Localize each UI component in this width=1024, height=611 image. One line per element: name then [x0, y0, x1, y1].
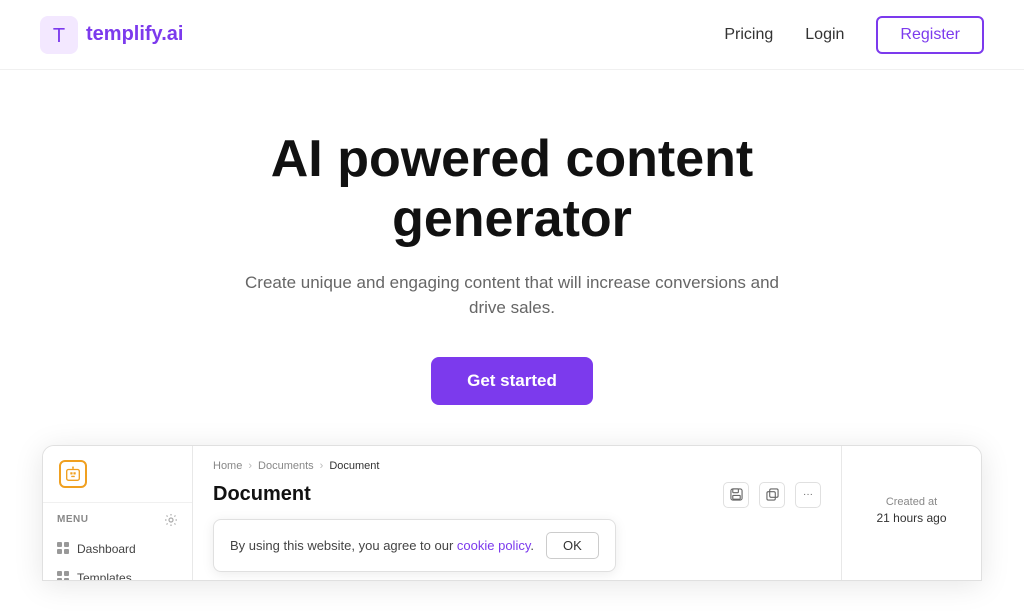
cookie-banner: By using this website, you agree to our … [213, 519, 616, 572]
dashboard-label: Dashboard [77, 542, 136, 556]
breadcrumb-home: Home [213, 460, 242, 472]
svg-text:T: T [53, 25, 65, 47]
logo-icon: T [40, 16, 78, 54]
robot-icon [59, 460, 87, 488]
breadcrumb: Home › Documents › Document [213, 460, 821, 472]
login-link[interactable]: Login [805, 26, 844, 44]
hero-subtitle: Create unique and engaging content that … [232, 270, 792, 321]
save-action-button[interactable] [723, 482, 749, 508]
cookie-text: By using this website, you agree to our … [230, 538, 534, 553]
register-button[interactable]: Register [876, 16, 984, 54]
more-action-button[interactable]: ··· [795, 482, 821, 508]
menu-label: MENU [57, 514, 88, 525]
hero-section: AI powered content generator Create uniq… [0, 70, 1024, 611]
breadcrumb-sep-2: › [320, 460, 324, 472]
breadcrumb-current: Document [329, 460, 379, 472]
sidebar-logo-area [43, 460, 192, 503]
copy-action-button[interactable] [759, 482, 785, 508]
app-preview: MENU Dashboard Templates [42, 445, 982, 581]
sidebar-menu-header: MENU [43, 513, 192, 535]
pricing-link[interactable]: Pricing [724, 26, 773, 44]
preview-main: Home › Documents › Document Document ··· [193, 446, 841, 580]
hero-title: AI powered content generator [162, 130, 862, 250]
logo[interactable]: T templify.ai [40, 16, 183, 54]
breadcrumb-sep-1: › [248, 460, 252, 472]
navbar: T templify.ai Pricing Login Register [0, 0, 1024, 70]
sidebar-item-templates[interactable]: Templates [43, 564, 192, 581]
cookie-ok-button[interactable]: OK [546, 532, 599, 559]
nav-links: Pricing Login Register [724, 16, 984, 54]
breadcrumb-documents: Documents [258, 460, 314, 472]
cookie-text-prefix: By using this website, you agree to our [230, 538, 457, 553]
dashboard-icon [57, 542, 69, 557]
created-label: Created at [856, 496, 967, 508]
preview-sidebar: MENU Dashboard Templates [43, 446, 193, 580]
doc-actions: ··· [723, 482, 821, 508]
doc-title: Document [213, 483, 311, 506]
get-started-button[interactable]: Get started [431, 357, 593, 405]
cookie-period: . [530, 538, 534, 553]
logo-text: templify.ai [86, 23, 183, 46]
sidebar-item-dashboard[interactable]: Dashboard [43, 535, 192, 564]
created-time: 21 hours ago [856, 511, 967, 525]
cookie-policy-link[interactable]: cookie policy [457, 538, 530, 553]
doc-header: Document ··· [213, 482, 821, 508]
settings-icon[interactable] [164, 513, 178, 527]
preview-right-panel: Created at 21 hours ago [841, 446, 981, 580]
